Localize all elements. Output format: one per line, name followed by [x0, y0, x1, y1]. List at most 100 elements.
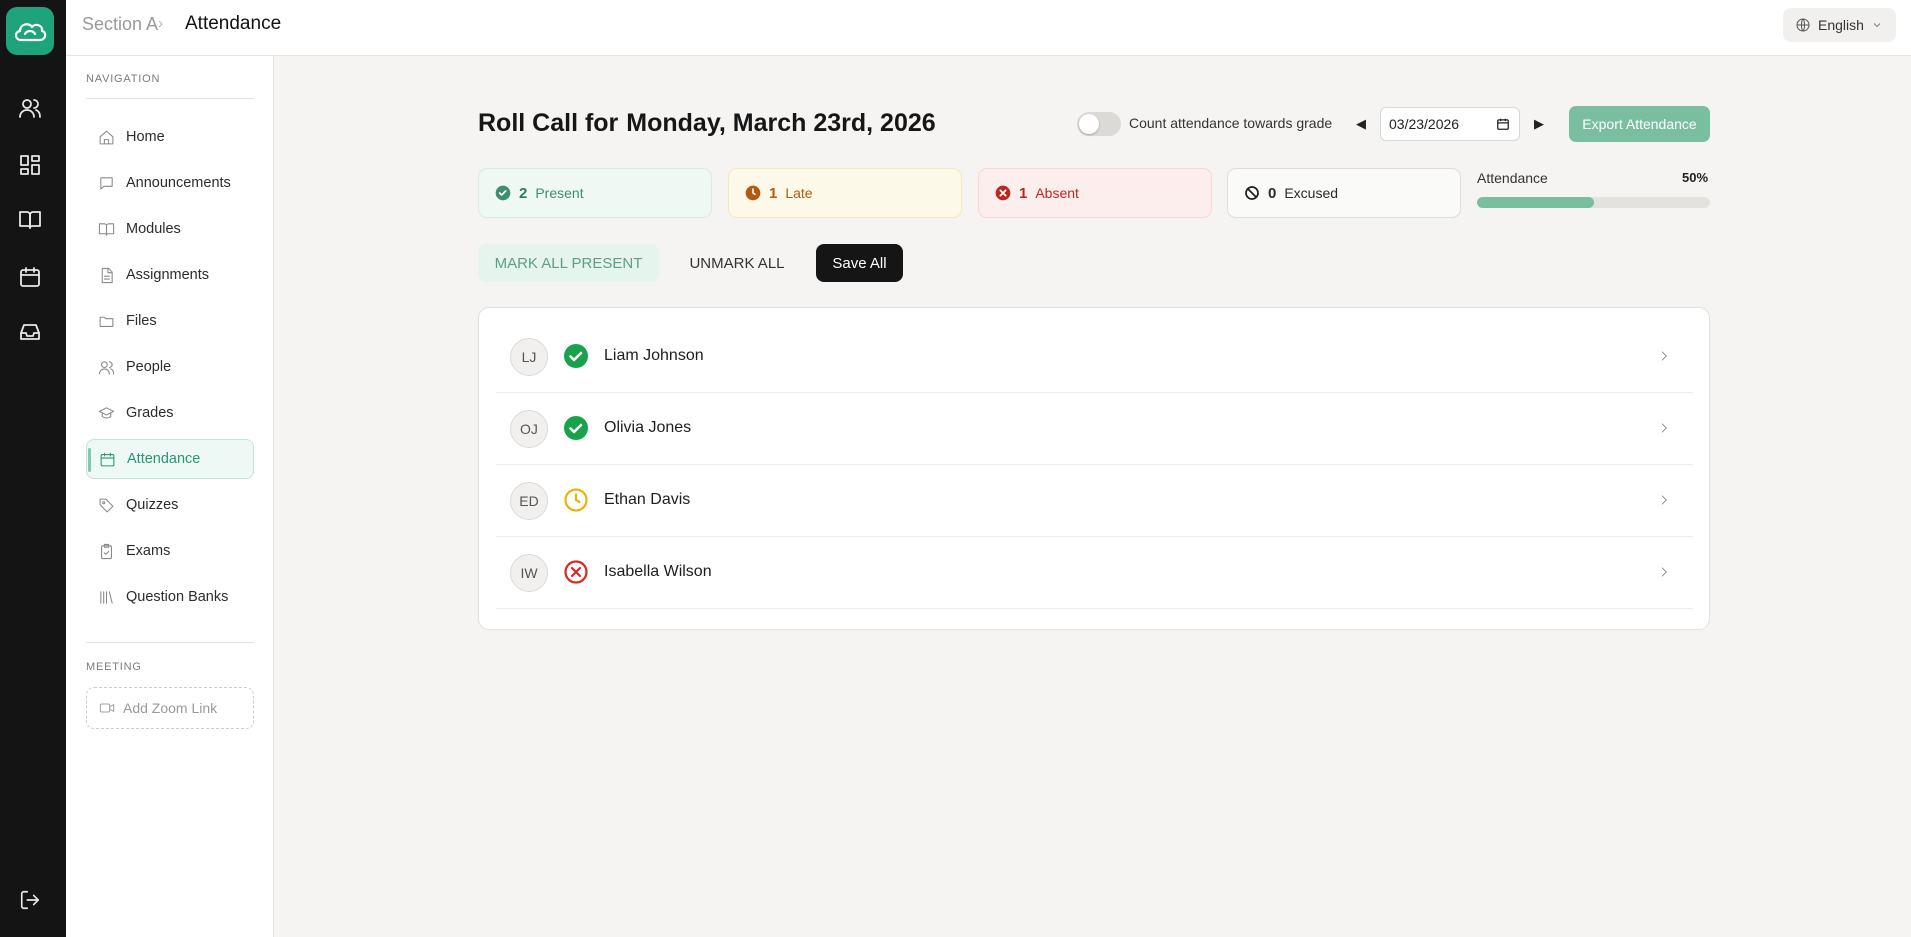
home-icon: [99, 130, 114, 144]
cloud-logo-icon[interactable]: [6, 7, 54, 55]
chevron-right-icon[interactable]: [1657, 421, 1671, 440]
student-name: Ethan Davis: [604, 491, 691, 508]
sidebar-item-exams[interactable]: Exams: [86, 531, 254, 571]
count-attendance-toggle[interactable]: [1077, 112, 1121, 136]
student-name: Isabella Wilson: [604, 563, 712, 580]
x-circle-icon: [995, 185, 1011, 201]
attendance-progress-fill: [1477, 197, 1594, 208]
chevron-right-icon[interactable]: [1657, 565, 1671, 584]
navigation-section-title: NAVIGATION: [86, 73, 161, 85]
absent-status-icon[interactable]: [564, 560, 588, 584]
roll-call-date: Monday, March 23rd, 2026: [626, 109, 936, 137]
check-circle-icon: [495, 185, 511, 201]
chevron-down-icon: [1873, 23, 1881, 28]
sidebar-item-question-banks[interactable]: Question Banks: [86, 577, 254, 617]
late-count: 1: [769, 184, 778, 202]
roll-call-prefix: Roll Call for: [478, 109, 619, 137]
clipboard-check-icon: [101, 543, 112, 559]
sidebar-item-home[interactable]: Home: [86, 117, 254, 157]
present-status-icon[interactable]: [564, 416, 588, 440]
avatar: OJ: [510, 410, 548, 448]
student-row[interactable]: IW Isabella Wilson: [496, 537, 1693, 609]
late-stat: 1 Late: [728, 168, 962, 218]
divider: [86, 98, 254, 99]
export-attendance-button[interactable]: Export Attendance: [1569, 106, 1710, 142]
sidebar-item-attendance[interactable]: Attendance: [86, 439, 254, 479]
calendar-icon[interactable]: [1496, 117, 1510, 131]
student-row[interactable]: LJ Liam Johnson: [496, 321, 1693, 393]
save-all-button[interactable]: Save All: [816, 244, 903, 282]
meeting-section-title: MEETING: [86, 661, 142, 673]
rail-users-icon[interactable]: [14, 92, 46, 124]
video-icon: [99, 703, 115, 713]
rail-inbox-icon[interactable]: [14, 316, 46, 348]
sidebar-item-label: Question Banks: [126, 589, 229, 605]
chevron-right-icon[interactable]: [1657, 349, 1671, 368]
excused-stat: 0 Excused: [1227, 168, 1461, 218]
add-zoom-link-button[interactable]: Add Zoom Link: [86, 687, 254, 729]
present-label: Present: [535, 185, 584, 201]
absent-count: 1: [1019, 184, 1028, 202]
previous-day-button[interactable]: ◀: [1353, 114, 1369, 134]
late-status-icon[interactable]: [564, 488, 588, 512]
sidebar-item-grades[interactable]: Grades: [86, 393, 254, 433]
page-title: Attendance: [185, 13, 282, 34]
sidebar-item-label: Files: [126, 313, 157, 329]
student-name: Olivia Jones: [604, 419, 692, 436]
count-attendance-label: Count attendance towards grade: [1129, 115, 1333, 131]
sidebar-item-label: Attendance: [127, 451, 201, 467]
date-input[interactable]: 03/23/2026: [1380, 107, 1520, 141]
sidebar-item-label: Announcements: [126, 175, 231, 191]
present-stat: 2 Present: [478, 168, 712, 218]
divider: [86, 642, 254, 643]
top-bar: Section A › Attendance English: [66, 0, 1911, 56]
app-rail: [0, 0, 66, 937]
excused-count: 0: [1268, 184, 1277, 202]
sidebar-item-modules[interactable]: Modules: [86, 209, 254, 249]
date-value: 03/23/2026: [1389, 116, 1460, 132]
sidebar-item-assignments[interactable]: Assignments: [86, 255, 254, 295]
unmark-all-button[interactable]: UNMARK ALL: [676, 244, 798, 282]
library-icon: [100, 590, 113, 604]
sidebar-item-quizzes[interactable]: Quizzes: [86, 485, 254, 525]
rail-calendar-icon[interactable]: [14, 261, 46, 293]
file-text-icon: [101, 267, 113, 283]
users-icon: [98, 360, 115, 374]
mark-all-present-button[interactable]: MARK ALL PRESENT: [478, 244, 659, 282]
roll-call-title: Roll Call for Monday, March 23rd, 2026: [478, 109, 936, 138]
sidebar-item-files[interactable]: Files: [86, 301, 254, 341]
language-selector[interactable]: English: [1783, 8, 1896, 42]
sidebar-item-people[interactable]: People: [86, 347, 254, 387]
add-zoom-link-label: Add Zoom Link: [123, 700, 218, 716]
sidebar-item-label: Grades: [126, 405, 174, 421]
message-icon: [100, 176, 113, 190]
calendar-icon: [100, 452, 115, 466]
globe-icon: [1796, 18, 1810, 32]
breadcrumb-parent[interactable]: Section A: [82, 14, 158, 35]
present-status-icon[interactable]: [564, 344, 588, 368]
rail-book-icon[interactable]: [14, 204, 46, 236]
sidebar-item-label: Quizzes: [126, 497, 179, 513]
late-label: Late: [785, 185, 813, 201]
rail-dashboard-icon[interactable]: [14, 149, 46, 181]
graduation-cap-icon: [98, 406, 115, 418]
sidebar-item-announcements[interactable]: Announcements: [86, 163, 254, 203]
chevron-right-icon[interactable]: [1657, 493, 1671, 512]
language-label: English: [1818, 17, 1864, 33]
logout-icon[interactable]: [14, 884, 46, 916]
attendance-progress: [1477, 197, 1710, 208]
student-list: LJ Liam Johnson OJ Olivia Jones ED Ethan…: [478, 307, 1710, 630]
attendance-percent: 50%: [1682, 170, 1709, 185]
student-name: Liam Johnson: [604, 347, 704, 364]
sidebar-item-label: Modules: [126, 221, 181, 237]
sidebar-item-label: Assignments: [126, 267, 210, 283]
next-day-button[interactable]: ▶: [1531, 114, 1547, 134]
breadcrumb-separator: ›: [158, 15, 163, 32]
student-row[interactable]: OJ Olivia Jones: [496, 393, 1693, 465]
student-row[interactable]: ED Ethan Davis: [496, 465, 1693, 537]
folder-icon: [99, 316, 114, 327]
book-open-icon: [98, 222, 115, 236]
tag-icon: [99, 498, 114, 512]
avatar: ED: [510, 482, 548, 520]
ban-icon: [1245, 186, 1259, 200]
